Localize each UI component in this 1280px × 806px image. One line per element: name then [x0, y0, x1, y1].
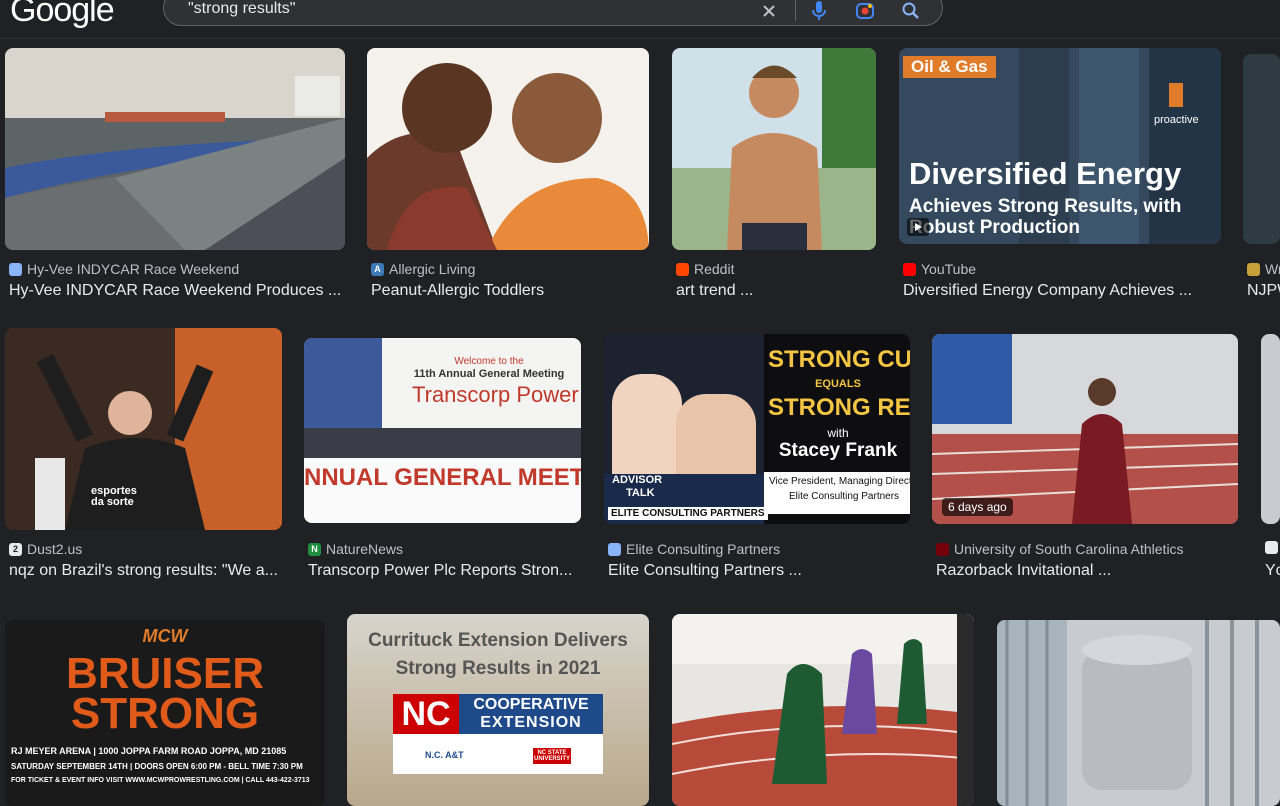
search-button[interactable] [899, 0, 923, 23]
welcome-text: Welcome to the [454, 356, 524, 367]
guest-role: Vice President, Managing Direct [769, 476, 910, 487]
brand-label: proactive [1154, 114, 1199, 126]
topic-tag: Oil & Gas [903, 56, 996, 78]
result-thumbnail[interactable] [367, 48, 649, 250]
site-favicon [936, 542, 949, 556]
with-text: with [827, 426, 849, 440]
thumb-subline: Strong Results in 2021 [395, 658, 601, 679]
result-source[interactable]: Wr [1247, 261, 1280, 277]
date-badge: 6 days ago [942, 498, 1013, 516]
search-divider [795, 0, 796, 21]
company-logo: Transcorp Power [412, 382, 579, 407]
site-favicon: N [308, 542, 321, 556]
result-thumbnail[interactable]: Welcome to the 11th Annual General Meeti… [304, 338, 581, 523]
result-thumbnail[interactable] [5, 48, 345, 250]
result-source[interactable] [1265, 541, 1280, 554]
event-info: FOR TICKET & EVENT INFO VISIT WWW.MCWPRO… [11, 777, 310, 784]
nc-logo: NC [393, 694, 459, 734]
result-title[interactable]: NJPW [1247, 282, 1280, 300]
site-favicon [1247, 262, 1260, 276]
site-favicon [9, 262, 22, 276]
result-source[interactable]: University of South Carolina Athletics [936, 541, 1184, 557]
reddit-icon [676, 262, 689, 276]
clear-button[interactable] [757, 0, 781, 23]
search-box [163, 0, 943, 26]
result-thumbnail[interactable]: esportes da sorte [5, 328, 282, 530]
extension-label: EXTENSION [480, 714, 582, 731]
result-thumbnail[interactable]: MCW BRUISER STRONG RJ MEYER ARENA | 1000… [5, 620, 325, 806]
site-favicon: A [371, 262, 384, 276]
result-source[interactable]: 2 Dust2.us [9, 541, 82, 557]
result-title[interactable]: Transcorp Power Plc Reports Stron... [308, 562, 583, 580]
voice-search-button[interactable] [807, 0, 831, 23]
event-venue: RJ MEYER ARENA | 1000 JOPPA FARM ROAD JO… [11, 746, 287, 756]
search-icon [902, 2, 919, 19]
equals-text: EQUALS [815, 378, 861, 390]
event-date: SATURDAY SEPTEMBER 14TH | DOORS OPEN 6:0… [11, 762, 303, 771]
result-title[interactable]: Elite Consulting Partners ... [608, 562, 910, 580]
talk-label: TALK [626, 487, 655, 499]
guest-name: Stacey Frank [778, 440, 898, 461]
site-favicon [1265, 541, 1278, 554]
shirt-sponsor: esportes da sorte [91, 485, 137, 508]
thumb-subline: Achieves Strong Results, with [909, 196, 1182, 217]
result-thumbnail[interactable] [1261, 334, 1280, 524]
result-title[interactable]: nqz on Brazil's strong results: "We a... [9, 562, 284, 580]
thumb-subline-2: Robust Production [909, 217, 1080, 238]
result-thumbnail[interactable]: 6 days ago [932, 334, 1238, 524]
nc-state-logo: NC STATE UNIVERSITY [533, 748, 571, 764]
result-thumbnail[interactable]: STRONG CULTURE EQUALS STRONG RESULTS wit… [604, 334, 910, 524]
nc-at-logo: N.C. A&T [425, 750, 464, 760]
result-title[interactable]: Peanut-Allergic Toddlers [371, 282, 651, 300]
coop-label: COOPERATIVE [473, 696, 589, 713]
banner-text: NNUAL GENERAL MEET [304, 464, 581, 491]
result-title[interactable]: art trend ... [676, 282, 876, 300]
lens-search-button[interactable] [853, 0, 877, 23]
result-thumbnail[interactable]: Oil & Gas proactive Diversified Energy A… [899, 48, 1221, 244]
result-thumbnail[interactable] [672, 48, 876, 250]
result-source[interactable]: YouTube [903, 261, 976, 277]
thumb-headline: Diversified Energy [909, 156, 1182, 191]
result-source[interactable]: A Allergic Living [371, 261, 475, 277]
guest-company: Elite Consulting Partners [789, 491, 900, 502]
strong-results-text: STRONG RESULTS [768, 394, 910, 421]
site-favicon: 2 [9, 542, 22, 556]
close-icon [763, 5, 775, 17]
microphone-icon [812, 1, 826, 20]
result-source[interactable]: Elite Consulting Partners [608, 541, 780, 557]
thumb-headline: Currituck Extension Delivers [368, 630, 628, 651]
strong-culture-text: STRONG CULTURE [768, 346, 910, 373]
result-title[interactable]: Yc [1265, 562, 1280, 580]
event-title-2: STRONG [70, 689, 260, 738]
result-thumbnail[interactable] [997, 620, 1280, 806]
site-favicon [608, 542, 621, 556]
advisor-label: ADVISOR [612, 474, 663, 486]
result-thumbnail[interactable]: Currituck Extension Delivers Strong Resu… [347, 614, 649, 806]
result-title[interactable]: Hy-Vee INDYCAR Race Weekend Produces ... [9, 282, 344, 300]
result-source[interactable]: Reddit [676, 261, 734, 277]
google-logo[interactable]: Google [10, 0, 115, 30]
meeting-text: 11th Annual General Meeting [413, 368, 565, 380]
result-source[interactable]: N NatureNews [308, 541, 403, 557]
search-input[interactable] [186, 0, 730, 20]
play-icon [907, 218, 929, 236]
promotion-logo: MCW [142, 626, 188, 646]
camera-lens-icon [856, 3, 874, 19]
result-title[interactable]: Razorback Invitational ... [936, 562, 1238, 580]
top-bar: Google [0, 0, 1280, 39]
youtube-icon [903, 262, 916, 276]
footer-label: ELITE CONSULTING PARTNERS [608, 507, 768, 520]
result-title[interactable]: Diversified Energy Company Achieves ... [903, 282, 1221, 300]
result-source[interactable]: Hy-Vee INDYCAR Race Weekend [9, 261, 239, 277]
result-thumbnail[interactable] [1243, 54, 1280, 244]
result-thumbnail[interactable] [672, 614, 974, 806]
